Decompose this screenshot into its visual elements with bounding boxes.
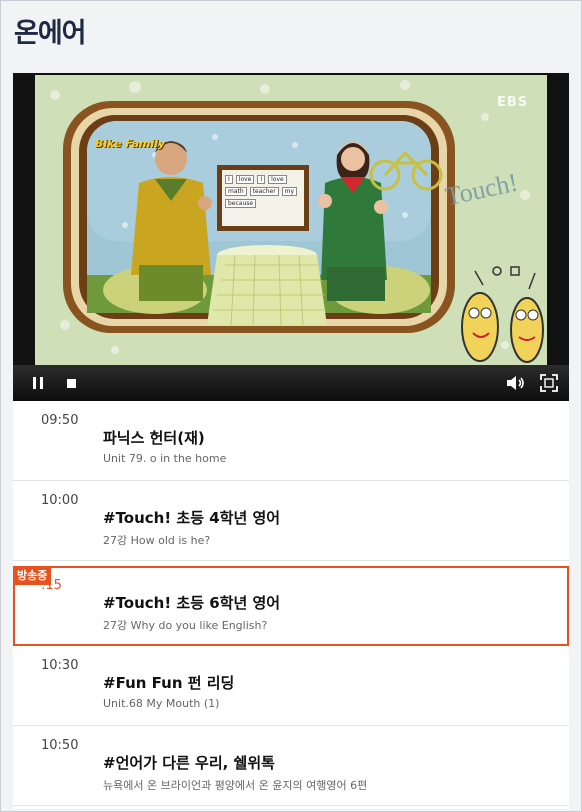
schedule-item[interactable]: 10:50 #언어가 다른 우리, 쉘위톡 뉴욕에서 온 브라이언과 평양에서 …: [13, 726, 569, 806]
schedule-item[interactable]: 10:30 #Fun Fun 펀 리딩 Unit.68 My Mouth (1): [13, 646, 569, 726]
schedule-subtitle: 27강 How old is he?: [103, 534, 211, 547]
schedule-time: 10:50: [41, 738, 79, 753]
board-words: I love I love math teacher my because: [225, 175, 303, 208]
player-controls: [13, 365, 569, 401]
schedule-title: #언어가 다른 우리, 쉘위톡: [103, 754, 275, 772]
schedule-title: #Fun Fun 펀 리딩: [103, 674, 235, 692]
schedule-title: #Touch! 초등 4학년 영어: [103, 509, 281, 527]
schedule-title: #Touch! 초등 6학년 영어: [103, 594, 281, 612]
board-word: love: [268, 175, 287, 184]
video-player[interactable]: EBS Bike Family I love I love math teach…: [13, 73, 569, 401]
fullscreen-icon[interactable]: [537, 371, 561, 395]
schedule-time: 10:00: [41, 493, 79, 508]
video-scene: [35, 75, 547, 365]
video-frame[interactable]: EBS Bike Family I love I love math teach…: [35, 75, 547, 365]
schedule-item-live[interactable]: 방송중 :15 #Touch! 초등 6학년 영어 27강 Why do you…: [13, 566, 569, 646]
schedule-item[interactable]: 10:00 #Touch! 초등 4학년 영어 27강 How old is h…: [13, 481, 569, 561]
schedule-subtitle: 뉴욕에서 온 브라이언과 평양에서 온 윤지의 여행영어 6편: [103, 779, 368, 792]
schedule-subtitle: Unit 79. o in the home: [103, 452, 227, 465]
show-logo: Bike Family: [95, 137, 166, 150]
board-word: math: [225, 187, 247, 196]
stop-icon[interactable]: [59, 371, 83, 395]
board-word: I: [257, 175, 266, 184]
app-frame: 온에어 EBS Bike Family I love I love math t…: [0, 0, 582, 812]
pause-icon[interactable]: [27, 371, 51, 395]
board-word: my: [281, 187, 298, 196]
schedule-title: 파닉스 헌터(재): [103, 429, 205, 447]
board-word: love: [235, 175, 255, 184]
schedule-time: 10:30: [41, 658, 79, 673]
schedule-subtitle: Unit.68 My Mouth (1): [103, 697, 220, 710]
page-title: 온에어: [14, 18, 87, 49]
board-word: teacher: [249, 187, 279, 196]
board-word: because: [225, 199, 257, 208]
schedule-time: :15: [41, 578, 62, 593]
ebs-watermark: EBS: [497, 95, 529, 110]
schedule-time: 09:50: [41, 413, 79, 428]
schedule-list: 09:50 파닉스 헌터(재) Unit 79. o in the home 1…: [13, 401, 569, 809]
schedule-subtitle: 27강 Why do you like English?: [103, 619, 268, 632]
board-word: I: [225, 175, 233, 184]
volume-icon[interactable]: [503, 371, 527, 395]
schedule-item[interactable]: 09:50 파닉스 헌터(재) Unit 79. o in the home: [13, 401, 569, 481]
